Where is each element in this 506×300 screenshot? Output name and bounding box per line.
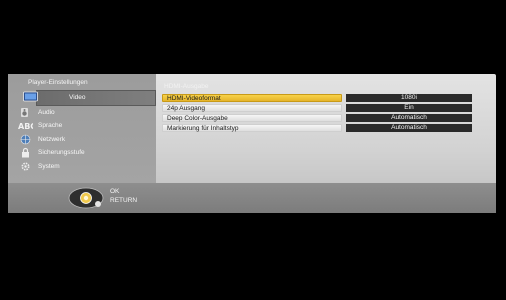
sidebar-item-sprache[interactable]: ABC Sprache [8,119,156,133]
lock-icon [18,147,33,158]
svg-text:ABC: ABC [18,122,33,131]
setting-row-24p-ausgang[interactable]: 24p Ausgang Ein [162,104,480,113]
sidebar-item-label: Netzwerk [38,135,66,143]
sidebar-title: Player-Einstellungen [28,79,88,86]
video-icon [23,91,38,102]
setting-label: Deep Color-Ausgabe [162,114,342,122]
sidebar-item-label: Sicherungsstufe [38,149,85,157]
audio-icon [18,107,33,118]
system-icon [18,161,33,172]
tv-screen: Player-Einstellungen Video Audio AB Spra… [0,0,506,300]
sidebar-item-label: Sprache [38,122,63,130]
network-icon [18,134,33,145]
footer-legend: OK RETURN [8,183,496,213]
setting-label: HDMI-Videoformat [162,94,342,102]
sidebar-nav: Video Audio ABC Sprache [8,90,156,173]
ok-legend: OK [110,188,120,195]
setting-row-hdmi-videoformat[interactable]: HDMI-Videoformat 1080i [162,94,480,103]
language-icon: ABC [18,120,33,131]
sidebar-item-netzwerk[interactable]: Netzwerk [8,133,156,147]
return-legend: RETURN [110,197,138,204]
setting-value: 1080i [346,94,472,102]
setting-row-inhaltstyp[interactable]: Markierung für Inhaltstyp Automatisch [162,124,480,133]
settings-list: HDMI-Videoformat 1080i 24p Ausgang Ein D… [162,94,480,134]
setting-value: Automatisch [346,114,472,122]
setting-value: Ein [346,104,472,112]
section-header: HDMI-Ausgabe [164,83,209,90]
sidebar-item-video[interactable]: Video [23,90,156,106]
sidebar-item-label: Video [69,94,86,102]
setting-value: Automatisch [346,124,472,132]
setting-label: Markierung für Inhaltstyp [162,124,342,132]
sidebar-item-audio[interactable]: Audio [8,106,156,120]
sidebar-item-system[interactable]: System [8,160,156,174]
setting-row-deep-color[interactable]: Deep Color-Ausgabe Automatisch [162,114,480,123]
sidebar-item-label: Audio [38,108,55,116]
sidebar-item-label: System [38,162,60,170]
remote-dpad-icon [68,187,104,209]
sidebar-item-sicherungsstufe[interactable]: Sicherungsstufe [8,146,156,160]
setting-label: 24p Ausgang [162,104,342,112]
